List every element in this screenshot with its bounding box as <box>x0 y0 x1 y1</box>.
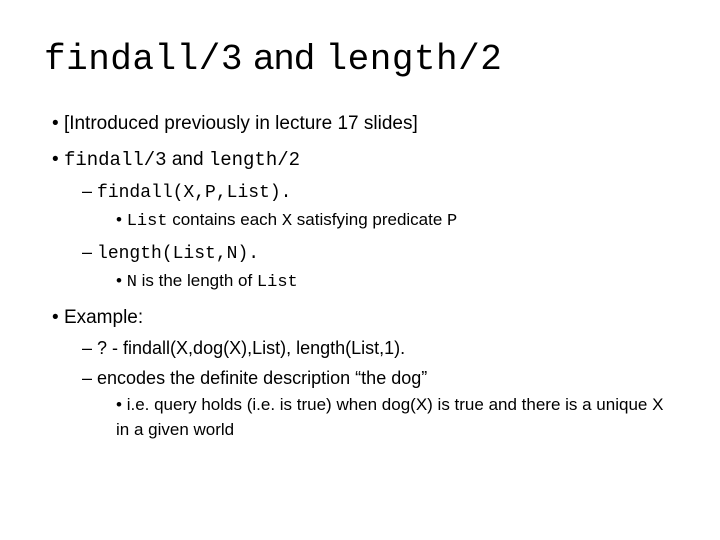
t-list2: List <box>257 273 298 292</box>
example-note: i.e. query holds (i.e. is true) when dog… <box>116 393 676 442</box>
length-signature-text: length(List,N). <box>97 244 259 264</box>
predicates-sublist: findall(X,P,List). List contains each X … <box>82 178 676 295</box>
example-note-list: i.e. query holds (i.e. is true) when dog… <box>116 393 676 442</box>
length-desc-list: N is the length of List <box>116 269 676 296</box>
length-signature: length(List,N). N is the length of List <box>82 239 676 296</box>
length-desc: N is the length of List <box>116 269 676 296</box>
bullet-intro-text: [Introduced previously in lecture 17 sli… <box>64 113 418 134</box>
t-n: N <box>127 273 137 292</box>
title-code-2: length/2 <box>326 39 503 80</box>
example-sublist: ? - findall(X,dog(X),List), length(List,… <box>82 335 676 442</box>
slide: findall/3 and length/2 [Introduced previ… <box>0 0 720 540</box>
title-code-1: findall/3 <box>44 39 243 80</box>
findall-desc-list: List contains each X satisfying predicat… <box>116 208 676 235</box>
t-isthelengthof: is the length of <box>137 271 257 290</box>
bullet-predicates-mid: and <box>167 149 209 170</box>
example-query-text: ? - findall(X,dog(X),List), length(List,… <box>97 338 405 358</box>
example-encodes-text: encodes the definite description “the do… <box>97 368 427 388</box>
example-query: ? - findall(X,dog(X),List), length(List,… <box>82 335 676 361</box>
t-satisfying: satisfying predicate <box>292 210 447 229</box>
slide-title: findall/3 and length/2 <box>44 36 676 80</box>
bullet-example: Example: ? - findall(X,dog(X),List), len… <box>52 304 676 443</box>
title-mid: and <box>243 36 326 77</box>
findall-desc: List contains each X satisfying predicat… <box>116 208 676 235</box>
bullet-example-text: Example: <box>64 307 143 328</box>
bullet-list: [Introduced previously in lecture 17 sli… <box>52 110 676 443</box>
t-list: List <box>127 212 168 231</box>
t-x: X <box>282 212 292 231</box>
t-contains: contains each <box>168 210 282 229</box>
t-p: P <box>447 212 457 231</box>
bullet-predicates-code1: findall/3 <box>64 149 167 171</box>
findall-signature: findall(X,P,List). List contains each X … <box>82 178 676 235</box>
findall-signature-text: findall(X,P,List). <box>97 183 291 203</box>
example-note-text: i.e. query holds (i.e. is true) when dog… <box>116 395 663 439</box>
bullet-intro: [Introduced previously in lecture 17 sli… <box>52 110 676 138</box>
example-encodes: encodes the definite description “the do… <box>82 365 676 442</box>
bullet-predicates: findall/3 and length/2 findall(X,P,List)… <box>52 146 676 296</box>
bullet-predicates-code2: length/2 <box>209 149 300 171</box>
